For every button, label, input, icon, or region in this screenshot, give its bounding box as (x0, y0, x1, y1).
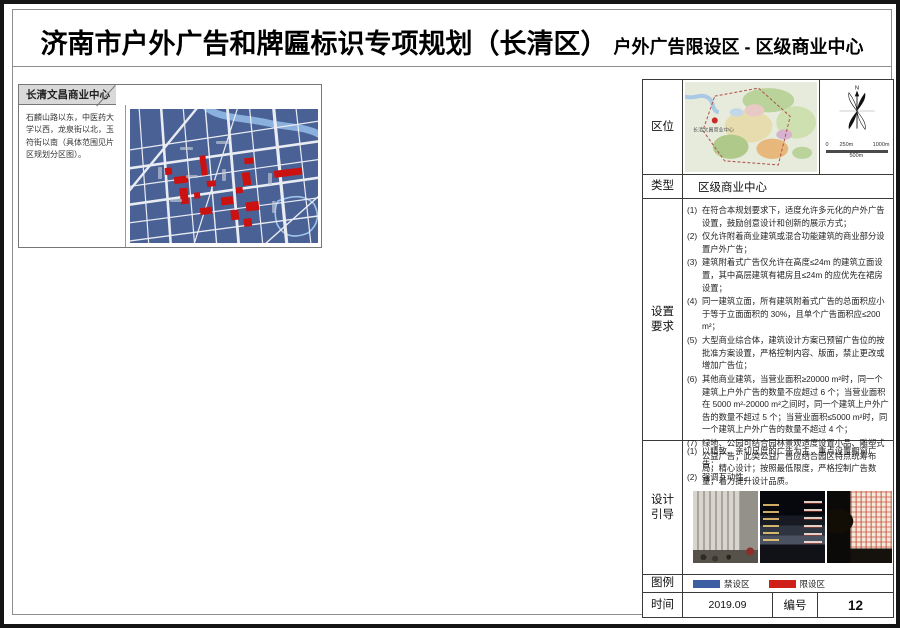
row-location: 区位 (643, 80, 893, 175)
guidance-list: (1)以精致、亲切尺度的广告为主，重点设置橱窗广告； (2)强调互动性。 (683, 441, 893, 484)
type-content: 区级商业中心 (683, 175, 893, 198)
zone-map-graphic (130, 109, 318, 243)
reference-photo-street-night (760, 491, 825, 563)
north-compass-icon: N (835, 83, 879, 139)
row-type: 类型 区级商业中心 (643, 175, 893, 199)
row-time: 时间 2019.09 编号 12 (643, 593, 893, 617)
row-legend-label: 图例 (643, 575, 683, 592)
requirement-item: (1)在符合本规划要求下，适度允许多元化的户外广告设置，鼓励创意设计和创新的展示… (687, 204, 889, 229)
row-requirements-label: 设置要求 (643, 199, 683, 440)
row-location-label: 区位 (643, 80, 683, 174)
requirement-item: (6)其他商业建筑，当营业面积≥20000 m²时，同一个建筑上户外广告的数量不… (687, 373, 889, 436)
row-design-guidance: 设计引导 (1)以精致、亲切尺度的广告为主，重点设置橱窗广告； (2)强调互动性… (643, 441, 893, 575)
guidance-content: (1)以精致、亲切尺度的广告为主，重点设置橱窗广告； (2)强调互动性。 (683, 441, 893, 574)
district-boundary-description: 石麟山路以东，中医药大学以西，龙泉街以北，玉符街以南（具体范围见片区规划分区图）… (19, 106, 124, 168)
scale-0: 0 (826, 142, 829, 148)
scale-bar: 0 250m 1000m 500m (826, 142, 888, 160)
page-title: 济南市户外广告和牌匾标识专项规划（长清区） (41, 22, 608, 61)
plan-sheet: 济南市户外广告和牌匾标识专项规划（长清区） 户外广告限设区 - 区级商业中心 长… (0, 0, 900, 628)
guidance-item: (1)以精致、亲切尺度的广告为主，重点设置橱窗广告； (687, 445, 889, 470)
compass-and-scale: N 0 250m 1000m 500m (820, 80, 893, 174)
row-design-guidance-label: 设计引导 (643, 441, 683, 574)
scale-1000: 1000m (873, 142, 890, 148)
requirements-content: (1)在符合本规划要求下，适度允许多元化的户外广告设置，鼓励创意设计和创新的展示… (683, 199, 893, 440)
zone-street-map (130, 109, 318, 243)
code-label: 编号 (773, 593, 818, 617)
type-value: 区级商业中心 (683, 175, 893, 198)
center-marker-dot (712, 117, 718, 123)
requirement-item: (3)建筑附着式广告仅允许在高度≤24m 的建筑立面设置，其中高层建筑有裙房且≤… (687, 256, 889, 294)
reference-photo-street-day (693, 491, 758, 563)
restricted-zone-label: 限设区 (800, 578, 826, 590)
district-tab-label: 长清文昌商业中心 (26, 87, 110, 102)
row-legend: 图例 禁设区 限设区 (643, 575, 893, 593)
district-detail-panel: 长清文昌商业中心 石麟山路以东，中医药大学以西，龙泉街以北，玉符街以南（具体范围… (18, 84, 322, 248)
row-time-label: 时间 (643, 593, 683, 617)
sheet-header: 济南市户外广告和牌匾标识专项规划（长清区） 户外广告限设区 - 区级商业中心 (12, 9, 892, 67)
time-content: 2019.09 编号 12 (683, 593, 893, 617)
legend-item-restricted: 限设区 (769, 578, 826, 590)
scale-500: 500m (850, 153, 864, 159)
legend-content: 禁设区 限设区 (683, 575, 893, 592)
mini-map-marker-label: 长清文昌商业中心 (693, 125, 734, 133)
district-tab: 长清文昌商业中心 (18, 84, 116, 105)
row-type-label: 类型 (643, 175, 683, 198)
reference-photos (693, 491, 892, 563)
landuse-map-graphic: 长清文昌商业中心 (685, 82, 817, 172)
attribute-table: 区位 (642, 79, 894, 618)
scale-250: 250m (840, 142, 854, 148)
guidance-item: (2)强调互动性。 (687, 471, 889, 484)
location-mini-map: 长清文昌商业中心 (683, 80, 820, 174)
forbidden-zone-label: 禁设区 (724, 578, 750, 590)
row-requirements: 设置要求 (1)在符合本规划要求下，适度允许多元化的户外广告设置，鼓励创意设计和… (643, 199, 893, 441)
requirement-item: (5)大型商业综合体，建筑设计方案已预留广告位的按批准方案设置，严格控制内容、版… (687, 334, 889, 372)
reference-photo-facade-night (827, 491, 892, 563)
date-value: 2019.09 (683, 593, 773, 617)
location-content: 长清文昌商业中心 N 0 (683, 80, 893, 174)
requirement-item: (4)同一建筑立面，所有建筑附着式广告的总面积应小于等于立面面积的 30%，且单… (687, 295, 889, 333)
page-subtitle: 户外广告限设区 - 区级商业中心 (614, 33, 864, 59)
code-value: 12 (818, 593, 893, 617)
legend-item-forbidden: 禁设区 (693, 578, 750, 590)
forbidden-zone-swatch (693, 580, 720, 588)
restricted-zone-swatch (769, 580, 796, 588)
requirement-item: (2)仅允许附着商业建筑或混合功能建筑的商业部分设置户外广告； (687, 230, 889, 255)
panel-vertical-divider (125, 105, 126, 247)
